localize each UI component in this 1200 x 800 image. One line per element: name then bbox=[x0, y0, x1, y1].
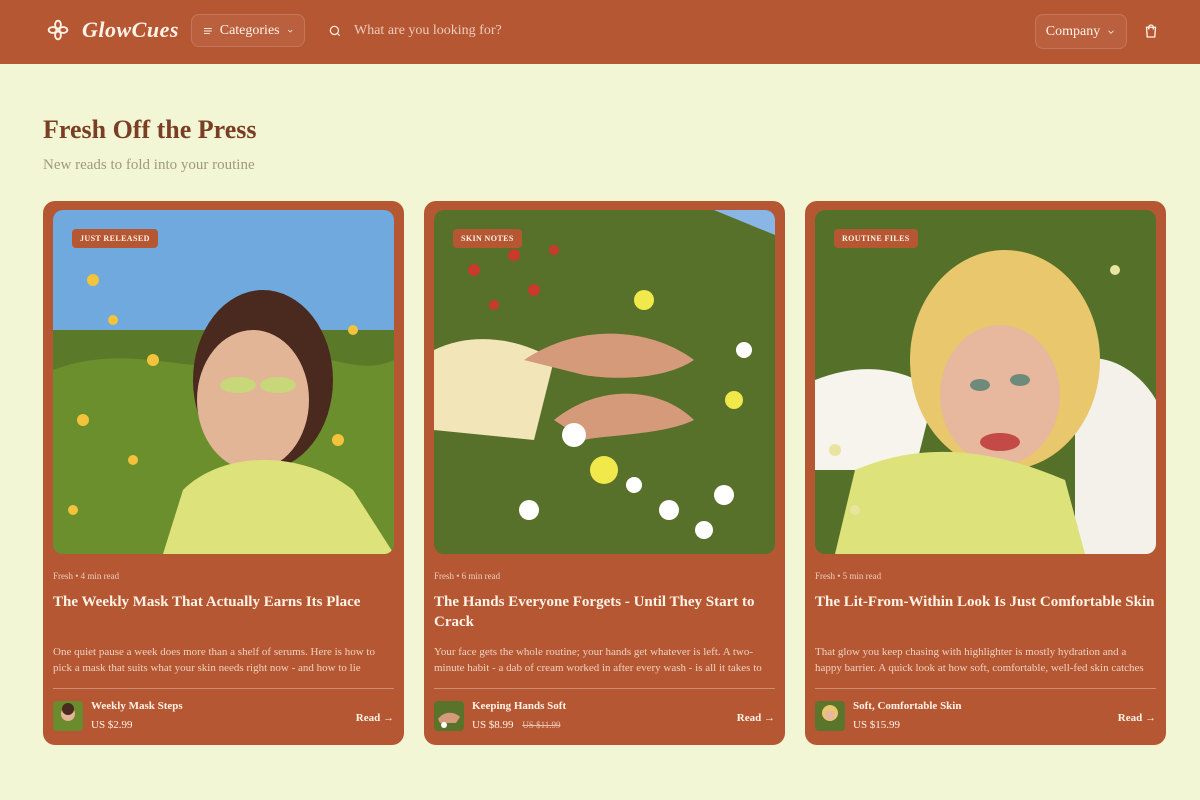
section-title: Fresh Off the Press bbox=[43, 115, 257, 144]
product-name[interactable]: Soft, Comfortable Skin bbox=[853, 700, 961, 712]
product-name[interactable]: Keeping Hands Soft bbox=[472, 700, 566, 712]
article-meta: Fresh • 5 min read bbox=[815, 571, 882, 581]
bag-button[interactable] bbox=[1136, 16, 1166, 46]
brand-logo[interactable]: GlowCues bbox=[44, 16, 179, 44]
article-badge: SKIN NOTES bbox=[453, 229, 522, 248]
company-label: Company bbox=[1045, 23, 1101, 39]
article-meta: Fresh • 6 min read bbox=[434, 571, 501, 581]
product-thumbnail-graphic bbox=[434, 701, 464, 731]
article-image-graphic bbox=[53, 210, 394, 554]
price-current: US $2.99 bbox=[91, 719, 133, 731]
search-bar[interactable] bbox=[328, 14, 1018, 47]
chevron-down-icon bbox=[1108, 29, 1115, 34]
article-card[interactable]: JUST RELEASED Fresh • 4 min read The Wee… bbox=[43, 201, 404, 745]
article-image-graphic bbox=[434, 210, 775, 554]
company-button[interactable]: Company bbox=[1035, 14, 1127, 49]
categories-label: Categories bbox=[219, 22, 280, 38]
brand-name: GlowCues bbox=[82, 17, 179, 42]
article-description: One quiet pause a week does more than a … bbox=[53, 646, 375, 674]
article-card[interactable]: SKIN NOTES Fresh • 6 min read The Hands … bbox=[424, 201, 785, 745]
top-header: GlowCues Categories Company bbox=[0, 0, 1200, 64]
product-price: US $8.99 US $11.99 bbox=[472, 719, 560, 731]
article-title[interactable]: The Weekly Mask That Actually Earns Its … bbox=[53, 592, 393, 612]
article-description: That glow you keep chasing with highligh… bbox=[815, 646, 1144, 674]
price-current: US $8.99 bbox=[472, 719, 514, 731]
section-subtitle: New reads to fold into your routine bbox=[43, 157, 255, 173]
read-link[interactable]: Read → bbox=[737, 712, 775, 724]
search-icon bbox=[329, 25, 341, 36]
product-thumbnail-graphic bbox=[815, 701, 845, 731]
article-image[interactable]: ROUTINE FILES bbox=[815, 210, 1156, 554]
price-current: US $15.99 bbox=[853, 719, 901, 731]
bag-icon bbox=[1145, 24, 1157, 38]
card-divider bbox=[815, 688, 1156, 689]
categories-button[interactable]: Categories bbox=[191, 14, 305, 47]
product-thumbnail-graphic bbox=[53, 701, 83, 731]
article-badge: ROUTINE FILES bbox=[834, 229, 918, 248]
product-price: US $2.99 bbox=[91, 719, 133, 731]
card-divider bbox=[434, 688, 775, 689]
product-price: US $15.99 bbox=[853, 719, 900, 731]
article-title[interactable]: The Lit-From-Within Look Is Just Comfort… bbox=[815, 592, 1155, 612]
article-title[interactable]: The Hands Everyone Forgets - Until They … bbox=[434, 592, 774, 632]
article-image[interactable]: JUST RELEASED bbox=[53, 210, 394, 554]
articles-grid: JUST RELEASED Fresh • 4 min read The Wee… bbox=[43, 201, 1166, 745]
article-image[interactable]: SKIN NOTES bbox=[434, 210, 775, 554]
product-thumbnail[interactable] bbox=[434, 701, 464, 731]
read-link[interactable]: Read → bbox=[356, 712, 394, 724]
price-original: US $11.99 bbox=[522, 720, 561, 730]
product-name[interactable]: Weekly Mask Steps bbox=[91, 700, 183, 712]
chevron-down-icon bbox=[287, 29, 293, 33]
product-thumbnail[interactable] bbox=[53, 701, 83, 731]
product-thumbnail[interactable] bbox=[815, 701, 845, 731]
flower-logo-icon bbox=[47, 19, 69, 41]
article-meta: Fresh • 4 min read bbox=[53, 571, 120, 581]
article-badge: JUST RELEASED bbox=[72, 229, 158, 248]
article-card[interactable]: ROUTINE FILES Fresh • 5 min read The Lit… bbox=[805, 201, 1166, 745]
article-description: Your face gets the whole routine; your h… bbox=[434, 646, 762, 674]
read-link[interactable]: Read → bbox=[1118, 712, 1156, 724]
menu-lines-icon bbox=[203, 27, 212, 34]
card-divider bbox=[53, 688, 394, 689]
search-input[interactable] bbox=[352, 21, 996, 40]
article-image-graphic bbox=[815, 210, 1156, 554]
